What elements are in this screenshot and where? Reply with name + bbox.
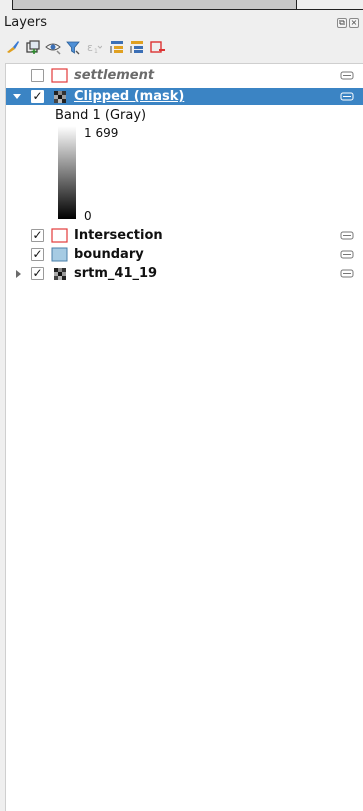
legend-gradient-bar	[58, 126, 76, 219]
layer-visibility-checkbox[interactable]: ✓	[31, 267, 44, 280]
visibility-eye-icon[interactable]	[44, 38, 62, 56]
layer-row-srtm[interactable]: ✓ srtm_41_19	[6, 265, 363, 282]
map-canvas-edge	[0, 0, 363, 13]
expand-all-icon[interactable]	[108, 38, 126, 56]
float-dock-icon[interactable]: ⧉	[337, 18, 347, 28]
polygon-outline-icon	[51, 228, 68, 243]
layer-row-boundary[interactable]: ✓ boundary	[6, 246, 363, 263]
legend-min-value: 0	[84, 209, 92, 223]
legend-band-title: Band 1 (Gray)	[55, 108, 147, 123]
layer-row-intersection[interactable]: ✓ Intersection	[6, 227, 363, 244]
canvas-frame	[12, 0, 298, 10]
polygon-outline-icon	[51, 68, 68, 83]
collapse-arrow-icon[interactable]	[13, 94, 21, 99]
layer-tree[interactable]: settlement ✓ Clipped (mask) Band 1 (Gray…	[5, 63, 363, 811]
layer-name: boundary	[74, 247, 144, 262]
layers-dock-titlebar: Layers ⧉ ×	[0, 13, 363, 35]
layer-visibility-checkbox[interactable]	[31, 69, 44, 82]
layer-name: Clipped (mask)	[74, 89, 185, 104]
layer-embedded-indicator-icon[interactable]	[340, 249, 354, 260]
layer-embedded-indicator-icon[interactable]	[340, 268, 354, 279]
collapse-all-icon[interactable]	[128, 38, 146, 56]
layer-embedded-indicator-icon[interactable]	[340, 230, 354, 241]
layer-name: settlement	[74, 68, 155, 83]
expand-arrow-icon[interactable]	[16, 270, 21, 278]
layers-toolbar: ε1	[0, 35, 363, 61]
layer-embedded-indicator-icon[interactable]	[340, 91, 354, 102]
remove-layer-icon[interactable]	[148, 38, 166, 56]
layer-name: srtm_41_19	[74, 266, 158, 281]
filter-legend-icon[interactable]	[64, 38, 82, 56]
close-dock-icon[interactable]: ×	[349, 18, 359, 28]
layer-name: Intersection	[74, 228, 163, 243]
layer-row-settlement[interactable]: settlement	[6, 67, 363, 84]
filter-expression-icon[interactable]: ε1	[84, 38, 102, 56]
canvas-frame-right	[296, 0, 363, 10]
style-brush-icon[interactable]	[4, 38, 22, 56]
raster-layer-icon	[51, 89, 68, 104]
layer-embedded-indicator-icon[interactable]	[340, 70, 354, 81]
legend-max-value: 1 699	[84, 126, 119, 140]
layer-row-clipped-mask[interactable]: ✓ Clipped (mask)	[6, 88, 363, 105]
add-group-icon[interactable]	[24, 38, 42, 56]
panel-title: Layers	[4, 15, 48, 30]
layer-visibility-checkbox[interactable]: ✓	[31, 229, 44, 242]
polygon-fill-icon	[51, 247, 68, 262]
raster-layer-icon	[51, 266, 68, 281]
svg-text:1: 1	[94, 48, 98, 55]
svg-text:ε: ε	[87, 41, 93, 54]
layer-visibility-checkbox[interactable]: ✓	[31, 248, 44, 261]
layer-visibility-checkbox[interactable]: ✓	[31, 90, 44, 103]
